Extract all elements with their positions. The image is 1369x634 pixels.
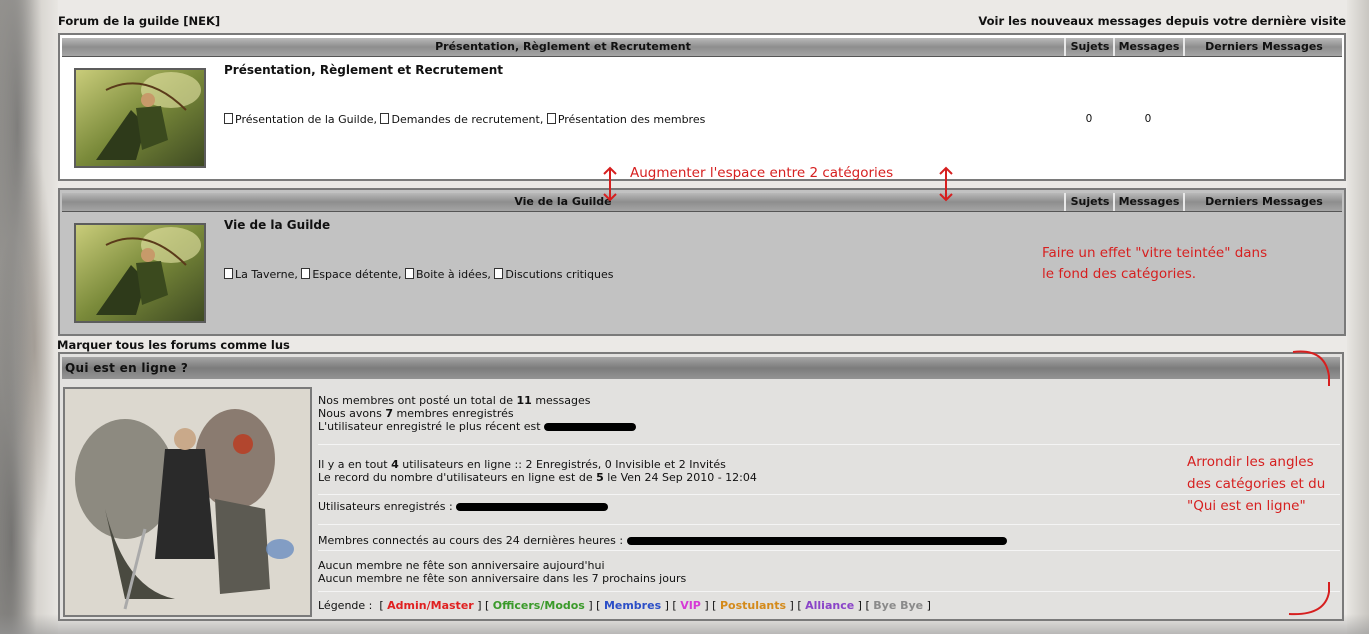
- birthday-week: Aucun membre ne fête son anniversaire da…: [318, 572, 687, 585]
- forum-thumbnail[interactable]: [74, 68, 206, 168]
- redacted-username[interactable]: [544, 423, 637, 431]
- annotation-glass-effect: Faire un effet "vitre teintée" dans le f…: [1042, 243, 1267, 285]
- forum-title[interactable]: Vie de la Guilde: [224, 218, 330, 232]
- last24-label: Membres connectés au cours des 24 derniè…: [318, 534, 624, 547]
- document-icon: [380, 113, 390, 124]
- guild-artwork: [63, 387, 312, 617]
- document-icon: [404, 268, 414, 279]
- legend-officers-modos[interactable]: Officers/Modos: [493, 599, 585, 612]
- document-icon: [494, 268, 504, 279]
- new-messages-link[interactable]: Voir les nouveaux messages depuis votre …: [978, 14, 1346, 28]
- annotation-line: Faire un effet "vitre teintée" dans: [1042, 245, 1268, 261]
- who-is-online-panel: Qui est en ligne ? Nos membres ont posté…: [58, 352, 1344, 621]
- ranger-illustration: [76, 70, 204, 166]
- column-last-messages: Derniers Messages: [1205, 40, 1323, 53]
- members-count: 7: [385, 407, 393, 420]
- subforum-link[interactable]: Discutions critiques: [505, 268, 613, 281]
- online-text: Il y a en tout: [318, 458, 388, 471]
- birthday-block: Aucun membre ne fête son anniversaire au…: [318, 559, 1340, 592]
- subforum-link[interactable]: La Taverne: [235, 268, 294, 281]
- record-count: 5: [596, 471, 604, 484]
- column-sujets: Sujets: [1070, 40, 1110, 53]
- subforum-link[interactable]: Boite à idées: [416, 268, 487, 281]
- double-arrow-icon: [603, 166, 617, 202]
- document-icon: [224, 268, 233, 279]
- topics-count: 0: [1085, 113, 1093, 125]
- annotation-spacing: Augmenter l'espace entre 2 catégories: [630, 165, 894, 181]
- annotation-line: le fond des catégories.: [1042, 266, 1197, 282]
- legend-admin-master[interactable]: Admin/Master: [387, 599, 474, 612]
- category-header: Présentation, Règlement et Recrutement S…: [62, 38, 1342, 57]
- forum-thumbnail[interactable]: [74, 223, 206, 323]
- redacted-user-list[interactable]: [626, 537, 1007, 545]
- registered-users-label: Utilisateurs enregistrés :: [318, 500, 453, 513]
- column-sujets: Sujets: [1070, 195, 1110, 208]
- subforum-link[interactable]: Demandes de recrutement: [391, 113, 539, 126]
- redacted-user-list[interactable]: [456, 503, 609, 511]
- legend-row: Légende : [ Admin/Master ] [ Officers/Mo…: [318, 599, 931, 612]
- legend-postulants[interactable]: Postulants: [720, 599, 786, 612]
- category-header: Vie de la Guilde Sujets Messages Dernier…: [62, 193, 1342, 212]
- double-arrow-icon: [939, 166, 953, 202]
- subforum-list: La Taverne, Espace détente, Boite à idée…: [224, 268, 613, 281]
- category-header-title[interactable]: Vie de la Guilde: [62, 193, 1064, 211]
- birthday-today: Aucun membre ne fête son anniversaire au…: [318, 559, 605, 572]
- corner-bracket-icon: [1288, 350, 1330, 616]
- stats-block: Nos membres ont posté un total de 11 mes…: [318, 394, 1340, 445]
- members-text: membres enregistrés: [396, 407, 514, 420]
- latest-member-text: L'utilisateur enregistré le plus récent …: [318, 420, 541, 433]
- mark-all-read-link[interactable]: Marquer tous les forums comme lus: [57, 338, 290, 352]
- legend-alliance[interactable]: Alliance: [805, 599, 854, 612]
- background-art-left: [0, 0, 58, 634]
- background-art-right: [1347, 0, 1369, 634]
- posts-count: 11: [516, 394, 532, 407]
- subforum-list: Présentation de la Guilde, Demandes de r…: [224, 113, 705, 126]
- top-bar: Forum de la guilde [NEK] Voir les nouvea…: [58, 14, 1346, 28]
- subforum-link[interactable]: Présentation des membres: [558, 113, 706, 126]
- online-text: utilisateurs en ligne :: 2 Enregistrés, …: [402, 458, 726, 471]
- category-presentation: Présentation, Règlement et Recrutement S…: [58, 33, 1346, 181]
- posts-text: Nos membres ont posté un total de: [318, 394, 514, 407]
- forum-title[interactable]: Présentation, Règlement et Recrutement: [224, 63, 503, 77]
- record-text: Le record du nombre d'utilisateurs en li…: [318, 471, 593, 484]
- subforum-link[interactable]: Espace détente: [312, 268, 398, 281]
- record-text: le Ven 24 Sep 2010 - 12:04: [607, 471, 757, 484]
- last24-row: Membres connectés au cours des 24 derniè…: [318, 532, 1340, 551]
- legend-vip[interactable]: VIP: [680, 599, 701, 612]
- forum-name: Forum de la guilde [NEK]: [58, 14, 221, 28]
- category-header-title[interactable]: Présentation, Règlement et Recrutement: [62, 38, 1064, 56]
- legend-label: Légende :: [318, 599, 373, 612]
- header-divider: [1064, 193, 1066, 211]
- legend-bye-bye[interactable]: Bye Bye: [873, 599, 923, 612]
- document-icon: [546, 113, 556, 124]
- members-text: Nous avons: [318, 407, 382, 420]
- ranger-illustration: [76, 225, 204, 321]
- posts-text: messages: [535, 394, 591, 407]
- who-is-online-title: Qui est en ligne ?: [62, 357, 1340, 379]
- online-count: 4: [391, 458, 399, 471]
- document-icon: [224, 113, 233, 124]
- legend-membres[interactable]: Membres: [604, 599, 661, 612]
- heroes-illustration: [65, 389, 310, 615]
- column-messages: Messages: [1118, 195, 1180, 208]
- column-last-messages: Derniers Messages: [1205, 195, 1323, 208]
- document-icon: [301, 268, 311, 279]
- messages-count: 0: [1144, 113, 1152, 125]
- subforum-link[interactable]: Présentation de la Guilde: [235, 113, 373, 126]
- header-divider: [1064, 38, 1066, 56]
- column-messages: Messages: [1118, 40, 1180, 53]
